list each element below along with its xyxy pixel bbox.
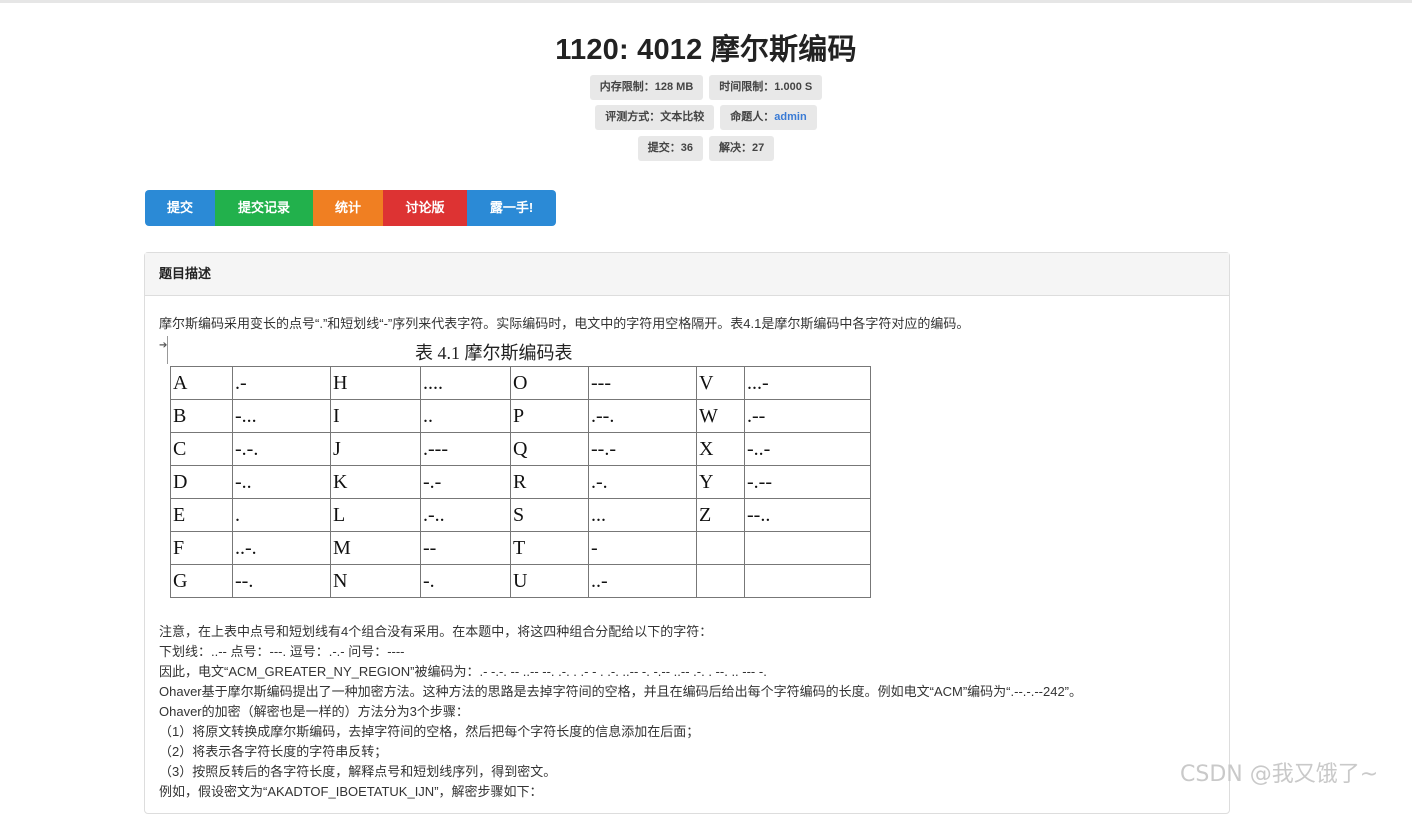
letter-cell: O: [510, 366, 589, 400]
letter-cell: X: [696, 432, 745, 466]
panel-heading: 题目描述: [145, 253, 1229, 296]
step-2-line: （2）将表示各字符长度的字符串反转；: [159, 744, 388, 759]
code-cell: [744, 531, 871, 565]
solved-count-badge: 解决：27: [709, 136, 775, 161]
example-encoding-line: 因此，电文“ACM_GREATER_NY_REGION”被编码为：.- -.-.…: [159, 664, 767, 679]
stats-badges: 提交：36 解决：27: [0, 136, 1412, 161]
letter-cell: [696, 531, 745, 565]
judge-method-badge: 评测方式：文本比较: [595, 105, 715, 130]
step-1-line: （1）将原文转换成摩尔斯编码，去掉字符间的空格，然后把每个字符长度的信息添加在后…: [159, 724, 700, 739]
letter-cell: B: [170, 399, 233, 433]
submit-count-badge: 提交：36: [637, 136, 703, 161]
code-cell: --: [420, 531, 511, 565]
code-cell: .-..: [420, 498, 511, 532]
code-cell: -...: [232, 399, 331, 433]
table-row: F ..-. M -- T -: [170, 531, 871, 565]
show-off-button[interactable]: 露一手!: [467, 190, 556, 226]
code-cell: -..-: [744, 432, 871, 466]
letter-cell: F: [170, 531, 233, 565]
code-cell: ..: [420, 399, 511, 433]
table-row: B -... I.. P .--. W .--: [170, 399, 871, 433]
code-cell: ...: [588, 498, 697, 532]
author-link[interactable]: admin: [774, 111, 806, 123]
table-anchor-line: [167, 336, 168, 364]
table-row: E. L .-.. S... Z --..: [170, 498, 871, 532]
table-row: D -.. K -.- R .-. Y -.--: [170, 465, 871, 499]
statistics-button[interactable]: 统计: [313, 190, 383, 226]
letter-cell: R: [510, 465, 589, 499]
morse-table-title: 表 4.1 摩尔斯编码表: [415, 343, 573, 363]
letter-cell: Q: [510, 432, 589, 466]
step-3-line: （3）按照反转后的各字符长度，解释点号和短划线序列，得到密文。: [159, 764, 557, 779]
memory-limit-badge: 内存限制：128 MB: [589, 75, 704, 100]
letter-cell: Y: [696, 465, 745, 499]
code-cell: -.-: [420, 465, 511, 499]
submit-button[interactable]: 提交: [145, 190, 215, 226]
extra-chars-line: 下划线：..-- 点号：---. 逗号：.-.- 问号：----: [159, 644, 405, 659]
page-title: 1120: 4012 摩尔斯编码: [555, 34, 857, 66]
code-cell: --..: [744, 498, 871, 532]
letter-cell: L: [330, 498, 421, 532]
letter-cell: P: [510, 399, 589, 433]
code-cell: .--.: [588, 399, 697, 433]
letter-cell: E: [170, 498, 233, 532]
code-cell: .---: [420, 432, 511, 466]
letter-cell: J: [330, 432, 421, 466]
letter-cell: I: [330, 399, 421, 433]
example-cipher-line: 例如，假设密文为“AKADTOF_IBOETATUK_IJN”，解密步骤如下：: [159, 784, 543, 799]
letter-cell: S: [510, 498, 589, 532]
letter-cell: G: [170, 564, 233, 598]
top-border: [0, 0, 1412, 3]
code-cell: -: [588, 531, 697, 565]
letter-cell: C: [170, 432, 233, 466]
letter-cell: A: [170, 366, 233, 400]
table-row: G --. N -. U ..-: [170, 564, 871, 598]
author-label: 命题人：: [730, 111, 775, 123]
letter-cell: K: [330, 465, 421, 499]
code-cell: ....: [420, 366, 511, 400]
letter-cell: D: [170, 465, 233, 499]
code-cell: --.: [232, 564, 331, 598]
letter-cell: H: [330, 366, 421, 400]
letter-cell: [696, 564, 745, 598]
discussion-button[interactable]: 讨论版: [383, 190, 467, 226]
letter-cell: N: [330, 564, 421, 598]
code-cell: -.-.: [232, 432, 331, 466]
time-limit-badge: 时间限制：1.000 S: [709, 75, 823, 100]
code-cell: ..-.: [232, 531, 331, 565]
code-cell: .--: [744, 399, 871, 433]
code-cell: .-.: [588, 465, 697, 499]
morse-code-table: A .- H.... O --- V ...- B -... I.. P .--. W .-- C -.-. J…: [170, 366, 871, 598]
table-row: A .- H.... O --- V ...-: [170, 366, 871, 400]
code-cell: [744, 564, 871, 598]
author-badge: 命题人：admin: [720, 105, 817, 130]
code-cell: -.--: [744, 465, 871, 499]
note-line: 注意，在上表中点号和短划线有4个组合没有采用。在本题中，将这四种组合分配给以下的…: [159, 624, 713, 639]
judge-badges: 评测方式：文本比较 命题人：admin: [0, 105, 1412, 130]
code-cell: -.: [420, 564, 511, 598]
letter-cell: W: [696, 399, 745, 433]
code-cell: --.-: [588, 432, 697, 466]
letter-cell: Z: [696, 498, 745, 532]
code-cell: .-: [232, 366, 331, 400]
intro-text: 摩尔斯编码采用变长的点号“.”和短划线“-”序列来代表字符。实际编码时，电文中的…: [159, 316, 970, 331]
code-cell: ...-: [744, 366, 871, 400]
letter-cell: M: [330, 531, 421, 565]
problem-description-panel: 题目描述 摩尔斯编码采用变长的点号“.”和短划线“-”序列来代表字符。实际编码时…: [144, 252, 1230, 814]
code-cell: ---: [588, 366, 697, 400]
letter-cell: U: [510, 564, 589, 598]
limits-badges: 内存限制：128 MB 时间限制：1.000 S: [0, 75, 1412, 100]
submission-records-button[interactable]: 提交记录: [215, 190, 313, 226]
code-cell: .: [232, 498, 331, 532]
action-button-bar: 提交 提交记录 统计 讨论版 露一手!: [145, 190, 556, 226]
table-row: C -.-. J .--- Q --.- X -..-: [170, 432, 871, 466]
steps-intro-line: Ohaver的加密（解密也是一样的）方法分为3个步骤：: [159, 704, 469, 719]
code-cell: ..-: [588, 564, 697, 598]
ohaver-method-line: Ohaver基于摩尔斯编码提出了一种加密方法。这种方法的思路是去掉字符间的空格，…: [159, 684, 1083, 699]
code-cell: -..: [232, 465, 331, 499]
letter-cell: V: [696, 366, 745, 400]
watermark: CSDN @我又饿了~: [1180, 762, 1379, 787]
letter-cell: T: [510, 531, 589, 565]
